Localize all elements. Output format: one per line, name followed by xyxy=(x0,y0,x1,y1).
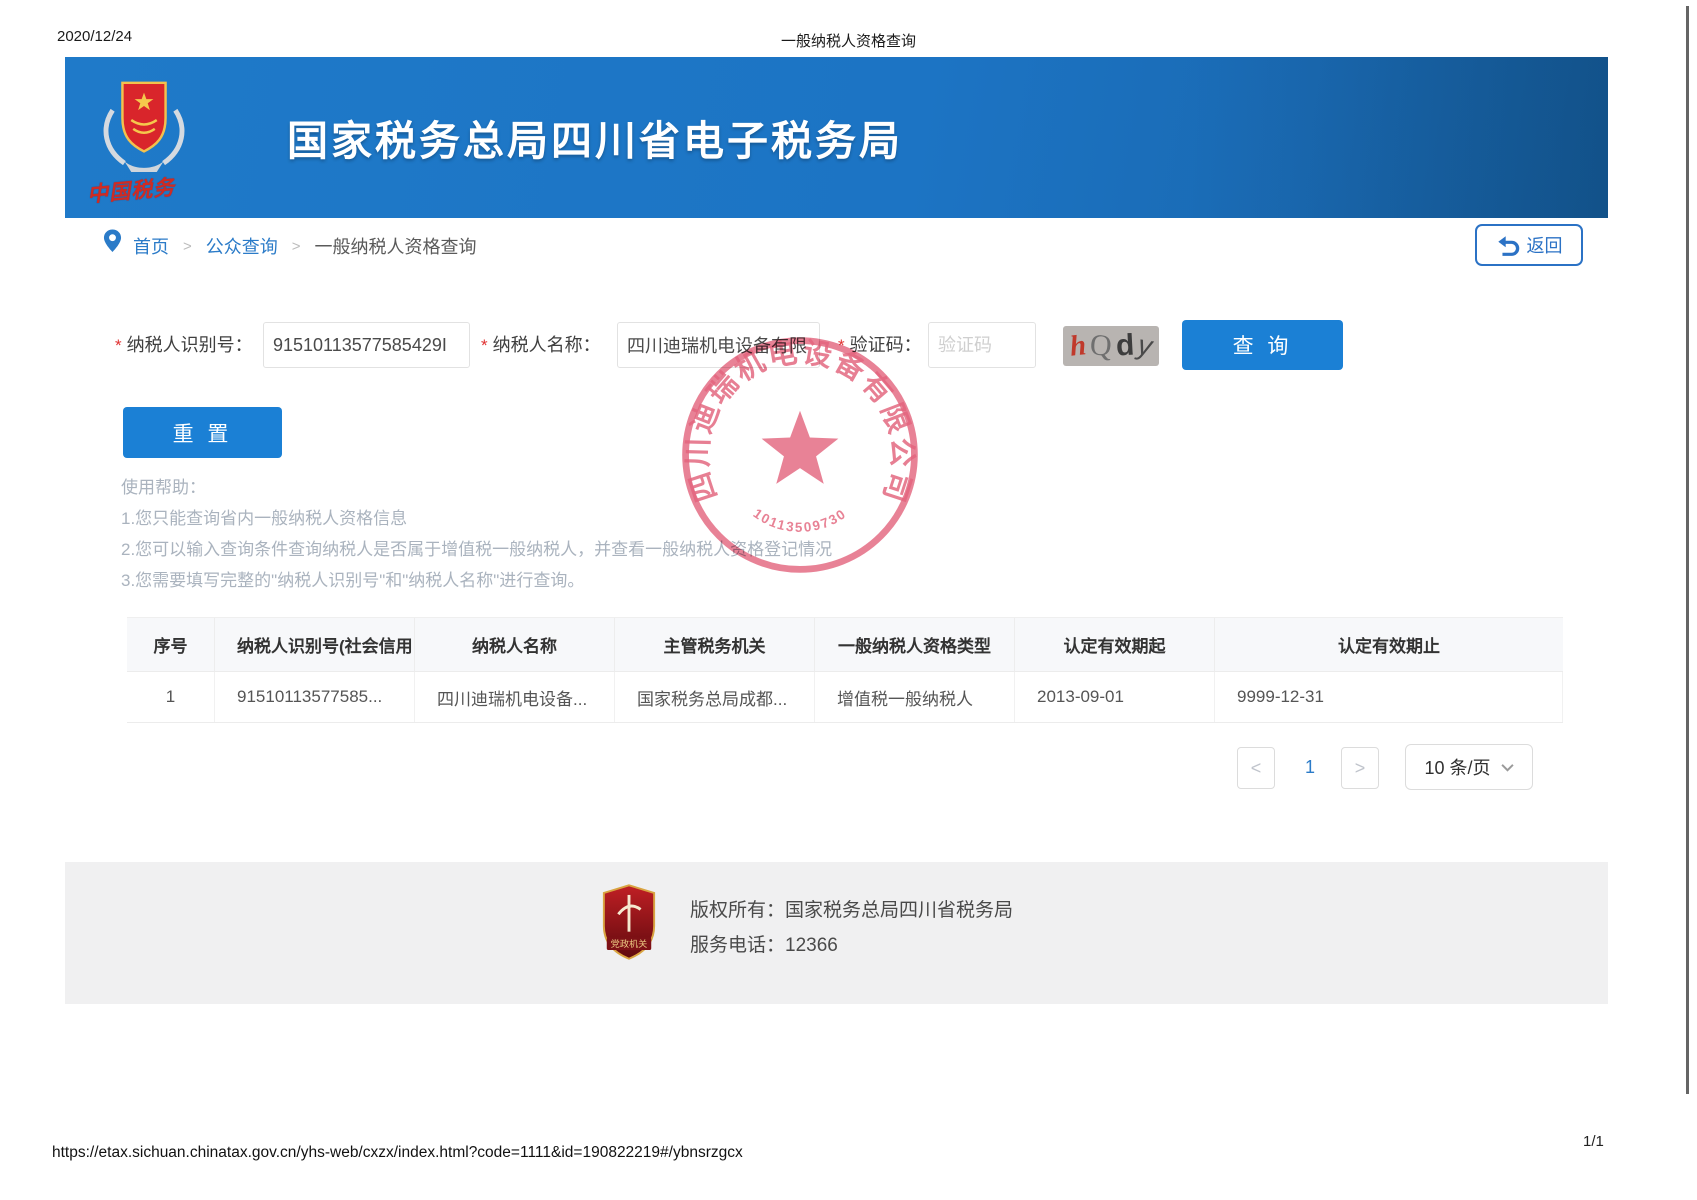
cell-taxpayer-name: 四川迪瑞机电设备... xyxy=(415,672,615,722)
required-asterisk: * xyxy=(115,336,122,355)
pagination-next-button[interactable]: > xyxy=(1341,747,1379,789)
print-url: https://etax.sichuan.chinatax.gov.cn/yhs… xyxy=(52,1144,743,1162)
taxpayer-name-input[interactable] xyxy=(617,322,820,368)
breadcrumb-public-query-link[interactable]: 公众查询 xyxy=(206,233,278,259)
breadcrumb-separator: > xyxy=(292,238,301,255)
help-title: 使用帮助： xyxy=(121,472,832,503)
header-tax-authority: 主管税务机关 xyxy=(615,618,815,671)
query-button[interactable]: 查 询 xyxy=(1182,320,1343,370)
breadcrumb-home-link[interactable]: 首页 xyxy=(133,233,169,259)
pagination-prev-button[interactable]: < xyxy=(1237,747,1275,789)
help-line: 2.您可以输入查询条件查询纳税人是否属于增值税一般纳税人，并查看一般纳税人资格登… xyxy=(121,534,832,565)
page-size-label: 10 条/页 xyxy=(1424,754,1490,780)
emblem-caption: 中国税务 xyxy=(86,171,176,209)
page: 2020/12/24 一般纳税人资格查询 中国税务 国家税务总局四川省电子税务局 xyxy=(0,0,1697,1200)
captcha-char: d xyxy=(1115,329,1135,364)
print-doc-title: 一般纳税人资格查询 xyxy=(781,30,916,51)
table-header-row: 序号 纳税人识别号(社会信用 纳税人名称 主管税务机关 一般纳税人资格类型 认定… xyxy=(127,617,1563,672)
captcha-char: Q xyxy=(1089,328,1113,363)
help-line: 1.您只能查询省内一般纳税人资格信息 xyxy=(121,503,832,534)
location-pin-icon xyxy=(103,229,122,258)
result-table: 序号 纳税人识别号(社会信用 纳税人名称 主管税务机关 一般纳税人资格类型 认定… xyxy=(127,617,1563,723)
table-row: 1 91510113577585... 四川迪瑞机电设备... 国家税务总局成都… xyxy=(127,672,1563,723)
cell-qualification-type: 增值税一般纳税人 xyxy=(815,672,1015,722)
site-banner: 中国税务 国家税务总局四川省电子税务局 xyxy=(65,57,1608,218)
back-button-label: 返回 xyxy=(1527,232,1563,258)
cell-valid-from: 2013-09-01 xyxy=(1015,672,1215,722)
required-asterisk: * xyxy=(481,336,488,355)
header-qualification-type: 一般纳税人资格类型 xyxy=(815,618,1015,671)
breadcrumb-current: 一般纳税人资格查询 xyxy=(315,233,477,259)
pagination-current-page[interactable]: 1 xyxy=(1290,747,1330,787)
taxpayer-id-label: *纳税人识别号： xyxy=(115,322,253,368)
help-line: 3.您需要填写完整的"纳税人识别号"和"纳税人名称"进行查询。 xyxy=(121,565,832,596)
required-asterisk: * xyxy=(838,336,845,355)
footer-phone: 服务电话：12366 xyxy=(690,928,1013,963)
site-title: 国家税务总局四川省电子税务局 xyxy=(287,107,903,167)
breadcrumb: 首页 > 公众查询 > 一般纳税人资格查询 xyxy=(65,222,1608,270)
return-arrow-icon xyxy=(1496,233,1520,257)
cell-seq: 1 xyxy=(127,672,215,722)
cell-valid-to: 9999-12-31 xyxy=(1215,672,1563,722)
chevron-down-icon xyxy=(1501,763,1514,772)
badge-label: 党政机关 xyxy=(611,938,648,949)
site-footer: 党政机关 版权所有：国家税务总局四川省税务局 服务电话：12366 xyxy=(65,862,1608,1004)
tax-emblem-icon xyxy=(95,73,193,178)
page-size-select[interactable]: 10 条/页 xyxy=(1405,744,1533,790)
back-button[interactable]: 返回 xyxy=(1475,224,1583,266)
header-taxpayer-id: 纳税人识别号(社会信用 xyxy=(215,618,415,671)
captcha-input[interactable] xyxy=(928,322,1036,368)
print-page-indicator: 1/1 xyxy=(1583,1133,1604,1150)
usage-help: 使用帮助： 1.您只能查询省内一般纳税人资格信息 2.您可以输入查询条件查询纳税… xyxy=(121,472,832,596)
header-valid-to: 认定有效期止 xyxy=(1215,618,1563,671)
government-badge-icon: 党政机关 xyxy=(600,883,658,966)
taxpayer-name-label: *纳税人名称： xyxy=(481,322,601,368)
breadcrumb-separator: > xyxy=(183,238,192,255)
header-seq: 序号 xyxy=(127,618,215,671)
print-date: 2020/12/24 xyxy=(57,28,132,45)
scan-edge-artifact xyxy=(1686,6,1689,1094)
header-taxpayer-name: 纳税人名称 xyxy=(415,618,615,671)
captcha-label: *验证码： xyxy=(838,322,922,368)
header-valid-from: 认定有效期起 xyxy=(1015,618,1215,671)
taxpayer-id-input[interactable] xyxy=(263,322,470,368)
cell-tax-authority: 国家税务总局成都... xyxy=(615,672,815,722)
cell-taxpayer-id: 91510113577585... xyxy=(215,672,415,722)
footer-copyright: 版权所有：国家税务总局四川省税务局 xyxy=(690,893,1013,928)
captcha-image[interactable]: h Q d y xyxy=(1063,326,1159,366)
captcha-char: h xyxy=(1068,329,1088,364)
captcha-char: y xyxy=(1136,329,1155,363)
reset-button[interactable]: 重 置 xyxy=(123,407,282,458)
banner-artwork xyxy=(1188,57,1608,218)
